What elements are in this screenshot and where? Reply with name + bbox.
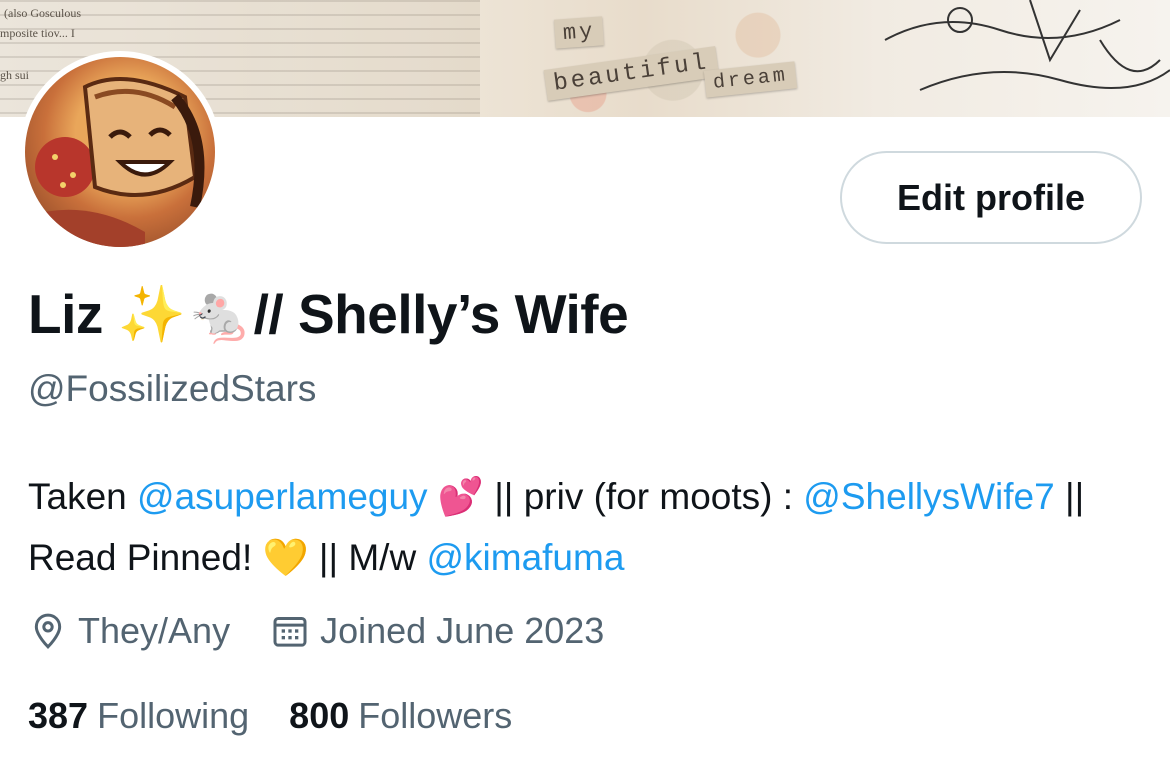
following-link[interactable]: 387 Following [28, 695, 249, 736]
bio-text: 💕 || priv (for moots) : [427, 476, 804, 517]
location-pin-icon [28, 611, 68, 651]
banner-line-drawing [884, 0, 1170, 91]
pronouns-item: They/Any [28, 610, 230, 652]
profile-bio: Taken @asuperlameguy 💕 || priv (for moot… [28, 466, 1148, 588]
profile-avatar[interactable] [19, 51, 221, 253]
display-name: Liz ✨🐁// Shelly’s Wife [28, 283, 629, 345]
profile-meta: They/Any Joined June 2023 [28, 610, 644, 652]
followers-link[interactable]: 800 Followers [289, 695, 512, 736]
avatar-illustration [25, 77, 205, 247]
bio-mention-link[interactable]: @ShellysWife7 [803, 476, 1054, 517]
bio-mention-link[interactable]: @kimafuma [426, 537, 624, 578]
calendar-icon [270, 611, 310, 651]
edit-profile-button[interactable]: Edit profile [840, 151, 1142, 244]
banner-newsprint-line: mposite tiov... I [0, 26, 75, 40]
bio-text: Taken [28, 476, 138, 517]
banner-newsprint-line: (also Gosculous [4, 6, 81, 20]
bio-mention-link[interactable]: @asuperlameguy [137, 476, 428, 517]
followers-label: Followers [358, 695, 513, 736]
following-count: 387 [28, 695, 89, 736]
following-label: Following [97, 695, 250, 736]
joined-item: Joined June 2023 [270, 610, 604, 652]
profile-stats: 387 Following 800 Followers [28, 695, 542, 737]
followers-count: 800 [289, 695, 350, 736]
avatar-image [25, 57, 215, 247]
pronouns-text: They/Any [78, 610, 231, 651]
joined-date-text: Joined June 2023 [320, 610, 605, 651]
banner-tag-word: my [554, 16, 605, 49]
banner-newsprint-line: gh sui [0, 68, 30, 82]
profile-handle: @FossilizedStars [28, 368, 317, 409]
